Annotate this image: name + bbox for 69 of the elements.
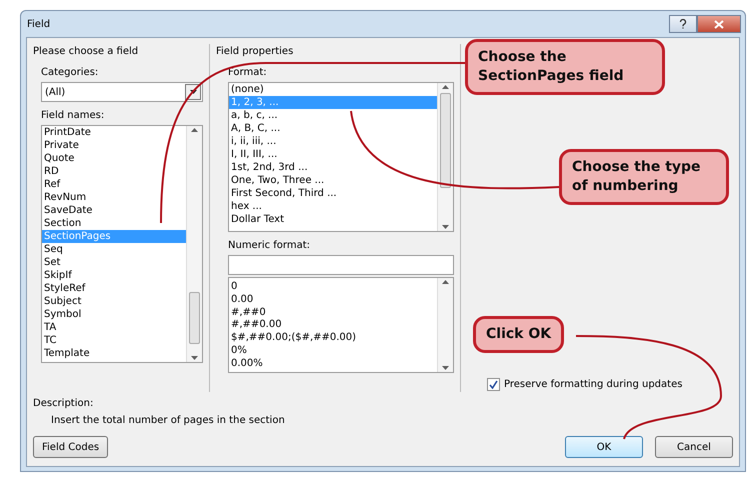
checkbox[interactable] (487, 378, 500, 391)
list-item[interactable]: #,##0 (229, 306, 437, 320)
callout: Click OK (473, 316, 564, 353)
field-label: Categories: (41, 66, 100, 80)
ok-button[interactable]: OK (565, 436, 643, 458)
list-item[interactable]: Quote (42, 152, 186, 165)
field-label: Format: (228, 66, 268, 80)
list-item[interactable]: (none) (229, 83, 437, 96)
list-item[interactable]: One, Two, Three ... (229, 174, 437, 187)
field-names-list[interactable]: PrintDate Private Quote RD Ref RevNum SaveDate Section SectionPages Seq Set SkipIf StyleRef Subject Symbol TA TC Template (41, 125, 203, 363)
list-item[interactable]: TA (42, 321, 186, 334)
checkbox-label: Preserve formatting during updates (504, 378, 682, 392)
list-item[interactable]: SaveDate (42, 204, 186, 217)
scroll-down-icon[interactable] (191, 356, 198, 360)
format-list[interactable]: (none) 1, 2, 3, ... a, b, c, ... A, B, C, ... i, ii, iii, ... I, II, III, ... 1st, 2nd, 3rd ... One, Two, Three ... First Second, Third ... hex ... Dollar Text (228, 82, 454, 232)
list-item[interactable]: Ref (42, 178, 186, 191)
list-item[interactable]: i, ii, iii, ... (229, 135, 437, 148)
list-item[interactable]: $#,##0.00;($#,##0.00) (229, 332, 437, 345)
description-text: Insert the total number of pages in the section (50, 414, 286, 428)
list-item[interactable]: #,##0.00 (229, 319, 437, 332)
close-icon (714, 20, 724, 28)
list-item[interactable]: PrintDate (42, 126, 186, 139)
field-label: Numeric format: (228, 239, 312, 253)
list-item[interactable]: RD (42, 165, 186, 178)
scroll-up-icon[interactable] (442, 85, 449, 89)
scroll-up-icon[interactable] (442, 280, 449, 284)
list-item[interactable]: 0.00 (229, 294, 437, 307)
list-item[interactable]: 0 (229, 281, 437, 294)
list-item[interactable]: Set (42, 256, 186, 269)
list-item[interactable]: StyleRef (42, 282, 186, 295)
scroll-down-icon[interactable] (442, 366, 449, 370)
list-item[interactable]: Private (42, 139, 186, 152)
cancel-button[interactable]: Cancel (655, 436, 733, 458)
help-icon (679, 19, 687, 29)
list-item[interactable]: 1st, 2nd, 3rd ... (229, 161, 437, 174)
list-item[interactable]: hex ... (229, 200, 437, 213)
window-title: Field (27, 18, 50, 32)
list-item[interactable]: a, b, c, ... (229, 109, 437, 122)
scrollbar-thumb[interactable] (440, 93, 451, 188)
group-title: Field properties (216, 45, 294, 59)
list-item[interactable]: A, B, C, ... (229, 122, 437, 135)
callout: Choose the type of numbering (559, 149, 729, 205)
list-item[interactable]: Dollar Text (229, 213, 437, 226)
list-item[interactable]: 0.00% (229, 358, 437, 371)
list-item[interactable]: RevNum (42, 191, 186, 204)
description-label: Description: (33, 397, 94, 411)
list-item[interactable]: SkipIf (42, 269, 186, 282)
scroll-up-icon[interactable] (191, 128, 198, 132)
list-item[interactable]: TC (42, 334, 186, 347)
categories-dropdown[interactable]: (All) (41, 82, 203, 102)
field-codes-button[interactable]: Field Codes (33, 436, 108, 458)
callout: Choose the SectionPages field (465, 39, 665, 95)
group-title: Please choose a field (33, 45, 140, 59)
numeric-format-field[interactable] (228, 255, 454, 275)
scroll-down-icon[interactable] (442, 225, 449, 229)
help-button[interactable] (669, 15, 697, 33)
field-label: Field names: (41, 109, 106, 123)
list-item[interactable]: Subject (42, 295, 186, 308)
scrollbar-thumb[interactable] (189, 292, 200, 344)
close-button[interactable] (697, 15, 741, 33)
list-item[interactable]: Symbol (42, 308, 186, 321)
list-item[interactable]: I, II, III, ... (229, 148, 437, 161)
list-item[interactable]: Seq (42, 243, 186, 256)
list-item[interactable]: First Second, Third ... (229, 187, 437, 200)
list-item[interactable]: Section (42, 217, 186, 230)
list-item[interactable]: Template (42, 347, 186, 360)
list-item[interactable]: 0% (229, 344, 437, 358)
dropdown-arrow-icon[interactable] (190, 90, 196, 94)
numeric-format-list[interactable]: 0 0.00 #,##0 #,##0.00 $#,##0.00;($#,##0.00) 0% 0.00% (228, 277, 454, 373)
